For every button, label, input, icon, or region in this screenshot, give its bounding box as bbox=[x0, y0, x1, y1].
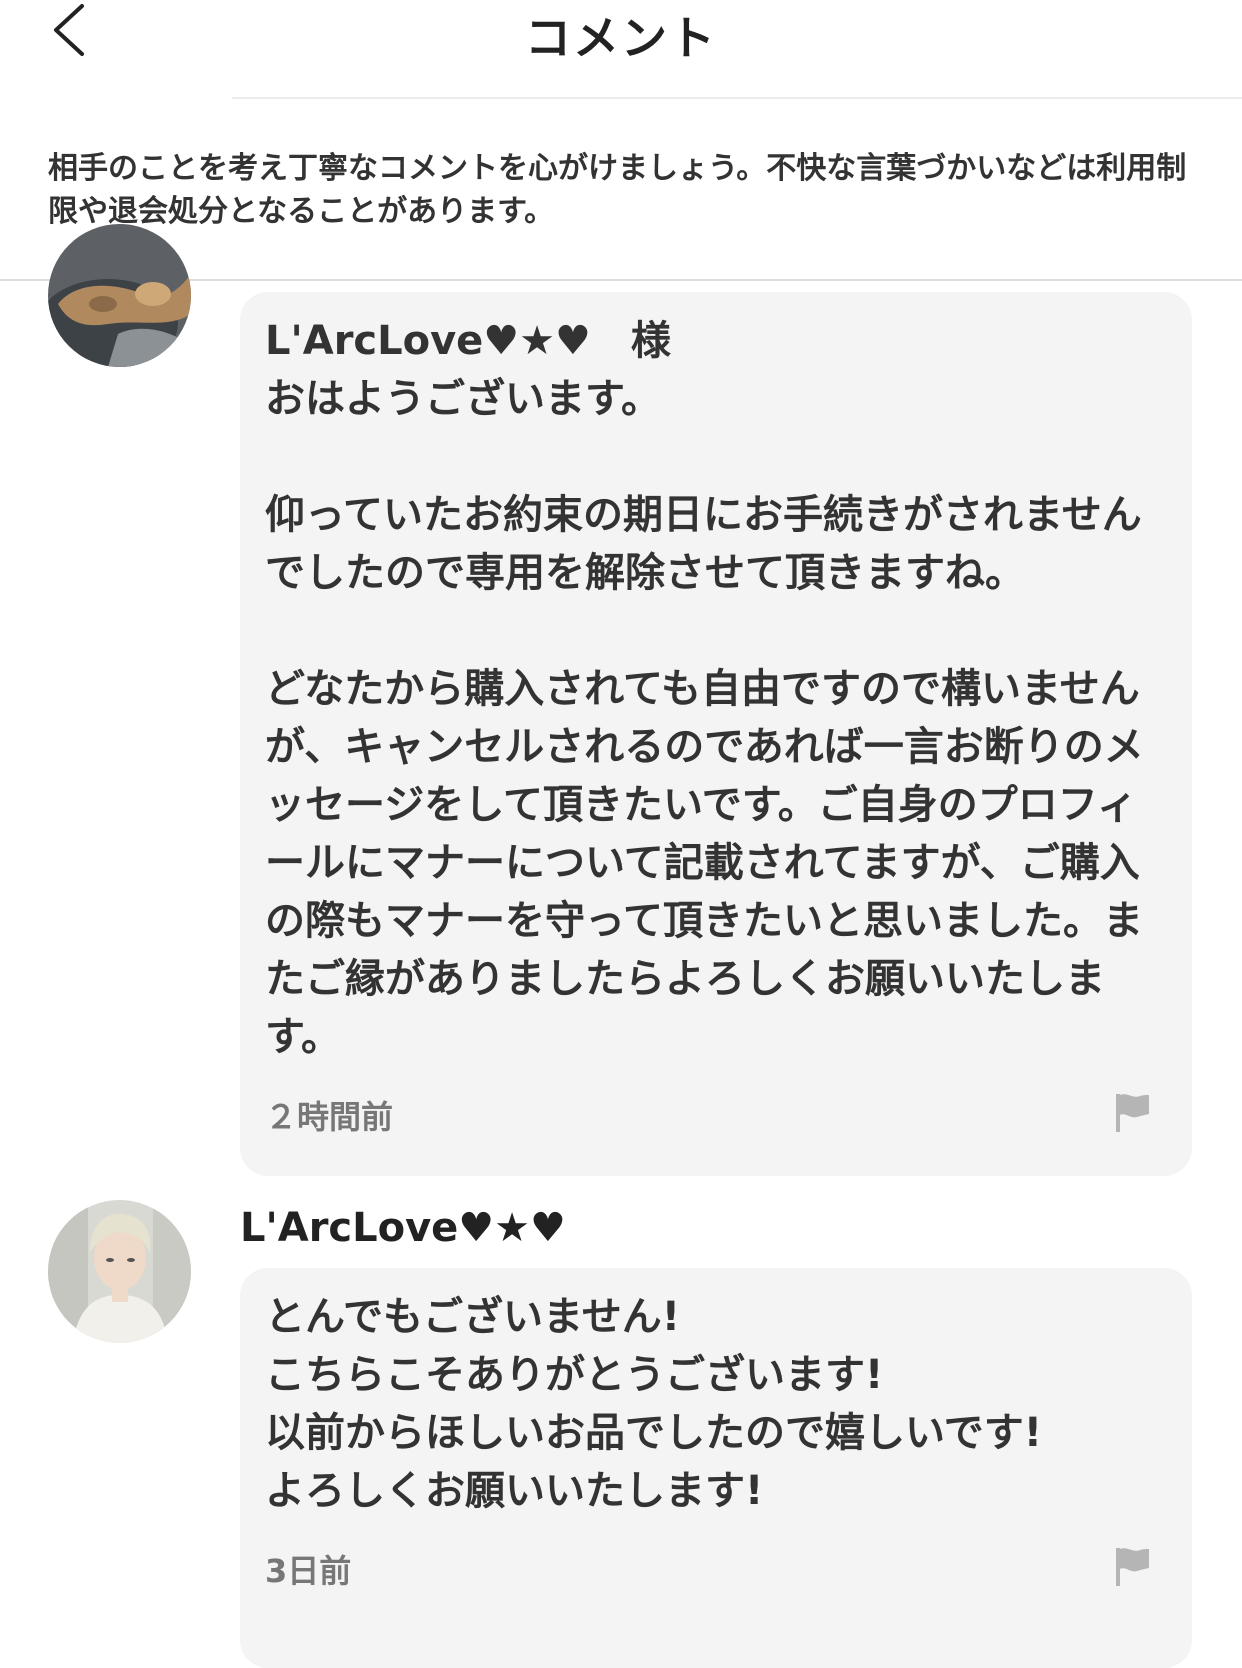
comment-time: 3日前 bbox=[265, 1552, 352, 1590]
avatar-image bbox=[48, 1200, 191, 1343]
report-button[interactable] bbox=[1113, 1092, 1151, 1134]
comment-text: とんでもございません! こちらこそありがとうございます! 以前からほしいお品でし… bbox=[265, 1294, 1043, 1514]
header-bar: コメント bbox=[0, 0, 1242, 99]
notice-text: 相手のことを考え丁寧なコメントを心がけましょう。不快な言葉づかいなどは利用制限や… bbox=[48, 151, 1187, 229]
flag-icon bbox=[1116, 1548, 1149, 1586]
comment-time: ２時間前 bbox=[265, 1098, 394, 1136]
comment-username[interactable]: L'ArcLove♥★♥ bbox=[240, 1205, 566, 1251]
page-title: コメント bbox=[525, 11, 717, 65]
comment-text: L'ArcLove♥★♥ 様 おはようございます。 仰っていたお約束の期日にお手… bbox=[265, 318, 1144, 1060]
avatar[interactable] bbox=[48, 224, 191, 367]
avatar-image bbox=[48, 224, 191, 367]
flag-icon bbox=[1116, 1094, 1149, 1132]
comment-bubble: L'ArcLove♥★♥ 様 おはようございます。 仰っていたお約束の期日にお手… bbox=[240, 292, 1192, 1176]
comment-guideline-notice: 相手のことを考え丁寧なコメントを心がけましょう。不快な言葉づかいなどは利用制限や… bbox=[0, 99, 1242, 279]
comment-bubble: とんでもございません! こちらこそありがとうございます! 以前からほしいお品でし… bbox=[240, 1268, 1192, 1668]
avatar[interactable] bbox=[48, 1200, 191, 1343]
report-button[interactable] bbox=[1113, 1546, 1151, 1588]
